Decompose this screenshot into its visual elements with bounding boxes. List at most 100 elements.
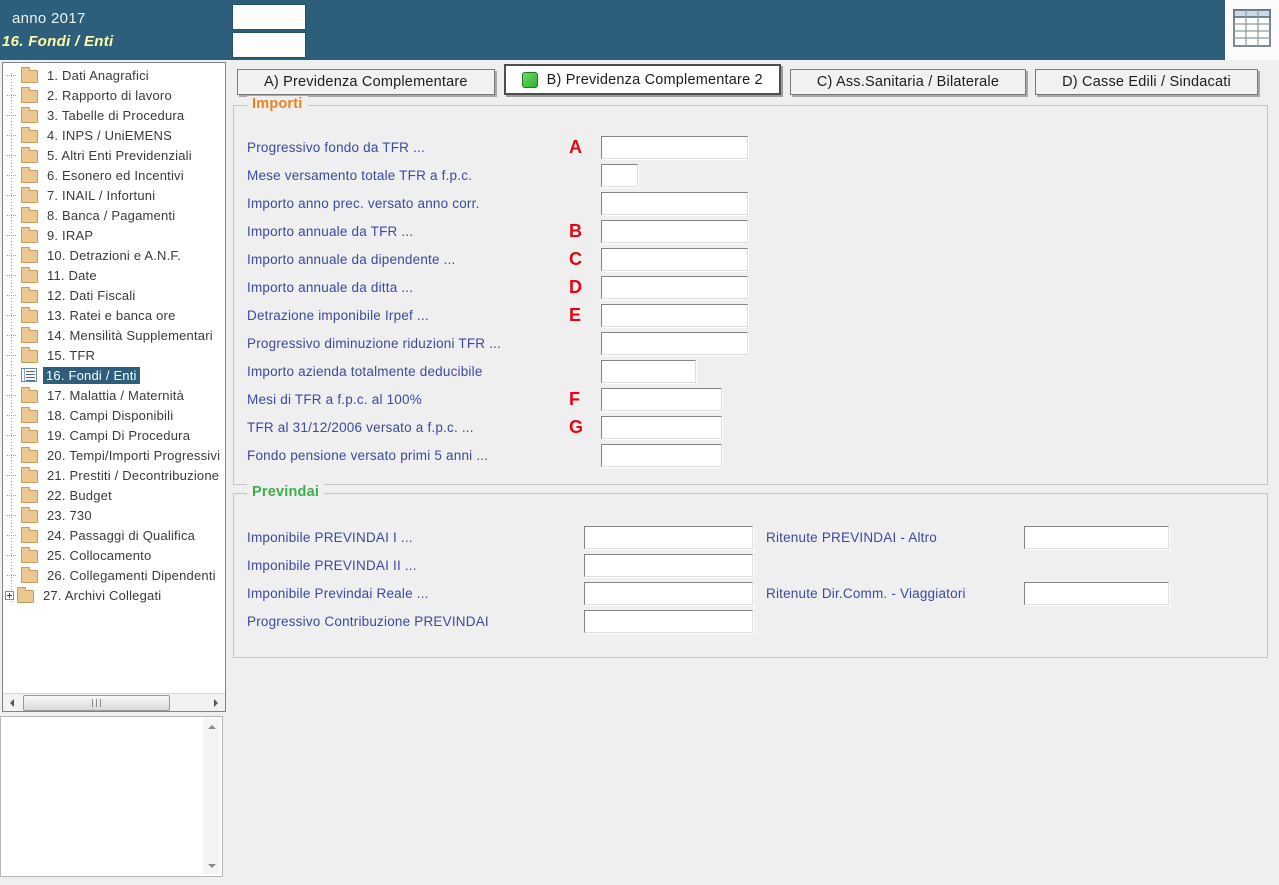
importi-field[interactable] [601, 415, 722, 439]
importi-field[interactable] [601, 247, 748, 271]
tree-item[interactable]: 8. Banca / Pagamenti [3, 205, 225, 225]
importi-field[interactable] [601, 191, 748, 215]
scroll-up-icon[interactable] [203, 719, 220, 735]
tree-item-label: 12. Dati Fiscali [47, 287, 136, 303]
importi-field[interactable] [601, 387, 722, 411]
tree-connector [7, 134, 16, 136]
header-field-2[interactable] [232, 32, 306, 58]
scroll-right-icon[interactable] [208, 695, 224, 710]
tree-item[interactable]: 25. Collocamento [3, 545, 225, 565]
tree-item-label: 17. Malattia / Maternità [47, 387, 185, 403]
tree-item[interactable]: 10. Detrazioni e A.N.F. [3, 245, 225, 265]
tree-item-icon [21, 166, 38, 183]
tab[interactable]: A) Previdenza Complementare [237, 69, 495, 95]
field-letter-marker: C [569, 248, 582, 269]
tree-item[interactable]: 19. Campi Di Procedura [3, 425, 225, 445]
importi-field[interactable] [601, 303, 748, 327]
tree-item[interactable]: 9. IRAP [3, 225, 225, 245]
importi-field[interactable] [601, 443, 722, 467]
navigation-tree-panel: 1. Dati Anagrafici 2. Rapporto di lavoro… [2, 62, 226, 712]
importi-field[interactable] [601, 359, 696, 383]
field-label: Progressivo Contribuzione PREVINDAI [247, 613, 489, 629]
tab[interactable]: B) Previdenza Complementare 2 [503, 64, 781, 95]
scrollbar-thumb[interactable] [23, 695, 170, 711]
form-row: Importo annuale da ditta ... D [247, 273, 1257, 301]
tree-item-icon [21, 546, 38, 563]
tree-item-icon [21, 186, 38, 203]
importi-field[interactable] [601, 135, 748, 159]
notes-vertical-scrollbar[interactable] [203, 719, 220, 874]
tree-item-icon [21, 206, 38, 223]
tree-horizontal-scrollbar[interactable] [3, 693, 225, 711]
tree-item[interactable]: 14. Mensilità Supplementari [3, 325, 225, 345]
tree-item[interactable]: 6. Esonero ed Incentivi [3, 165, 225, 185]
tree-item-icon [17, 586, 34, 603]
tree-item[interactable]: 16. Fondi / Enti [3, 365, 225, 385]
tree-item-label: 25. Collocamento [47, 547, 152, 563]
field-letter-marker: A [569, 136, 582, 157]
tree-item-label: 20. Tempi/Importi Progressivi [47, 447, 221, 463]
tree-item[interactable]: 3. Tabelle di Procedura [3, 105, 225, 125]
tree-item[interactable]: 17. Malattia / Maternità [3, 385, 225, 405]
tree-item[interactable]: 24. Passaggi di Qualifica [3, 525, 225, 545]
tree-item[interactable]: 18. Campi Disponibili [3, 405, 225, 425]
tree-item[interactable]: 7. INAIL / Infortuni [3, 185, 225, 205]
expand-plus-icon[interactable] [5, 590, 14, 600]
tree-item[interactable]: 13. Ratei e banca ore [3, 305, 225, 325]
tree-connector [7, 154, 16, 156]
tree-connector [7, 374, 16, 376]
tree-connector [7, 314, 16, 316]
tab[interactable]: C) Ass.Sanitaria / Bilaterale [789, 69, 1027, 95]
tree-item[interactable]: 5. Altri Enti Previdenziali [3, 145, 225, 165]
tree-item[interactable]: 20. Tempi/Importi Progressivi [3, 445, 225, 465]
field-label: Mesi di TFR a f.p.c. al 100% [247, 391, 422, 407]
field-label: TFR al 31/12/2006 versato a f.p.c. ... [247, 419, 474, 435]
tree-item-label: 21. Prestiti / Decontribuzione [47, 467, 220, 483]
tree-connector [7, 74, 16, 76]
tree-connector [7, 514, 16, 516]
previndai-field-right[interactable] [1024, 581, 1169, 605]
previndai-field[interactable] [584, 525, 753, 549]
importi-field[interactable] [601, 219, 748, 243]
form-row: Detrazione imponibile Irpef ... E [247, 301, 1257, 329]
tree-item-label: 13. Ratei e banca ore [47, 307, 176, 323]
tree-connector [7, 94, 16, 96]
form-row: Importo annuale da TFR ... B [247, 217, 1257, 245]
previndai-field[interactable] [584, 581, 753, 605]
field-label: Importo annuale da dipendente ... [247, 251, 456, 267]
previndai-field-right[interactable] [1024, 525, 1169, 549]
tree-item-icon [21, 306, 38, 323]
importi-field[interactable] [601, 163, 638, 187]
tree-item[interactable]: 22. Budget [3, 485, 225, 505]
tab[interactable]: D) Casse Edili / Sindacati [1035, 69, 1258, 95]
notes-panel[interactable] [0, 716, 223, 877]
tab-label: B) Previdenza Complementare 2 [546, 71, 763, 88]
table-grid-icon [1233, 8, 1271, 52]
navigation-tree: 1. Dati Anagrafici 2. Rapporto di lavoro… [3, 65, 225, 677]
tree-item[interactable]: 1. Dati Anagrafici [3, 65, 225, 85]
field-label: Importo anno prec. versato anno corr. [247, 195, 480, 211]
header-field-1[interactable] [232, 4, 306, 30]
tree-item[interactable]: 12. Dati Fiscali [3, 285, 225, 305]
tree-item[interactable]: 11. Date [3, 265, 225, 285]
tab-label: C) Ass.Sanitaria / Bilaterale [816, 74, 1000, 90]
tree-item[interactable]: 23. 730 [3, 505, 225, 525]
importi-field[interactable] [601, 331, 748, 355]
tree-connector [7, 534, 16, 536]
tree-item[interactable]: 26. Collegamenti Dipendenti [3, 565, 225, 585]
tree-connector [7, 194, 16, 196]
importi-field[interactable] [601, 275, 748, 299]
field-label: Progressivo fondo da TFR ... [247, 139, 425, 155]
tree-item[interactable]: 15. TFR [3, 345, 225, 365]
scroll-left-icon[interactable] [4, 695, 20, 710]
tree-item[interactable]: 21. Prestiti / Decontribuzione [3, 465, 225, 485]
grid-view-button[interactable] [1225, 0, 1279, 60]
tree-item[interactable]: 27. Archivi Collegati [3, 585, 225, 605]
tree-item[interactable]: 4. INPS / UniEMENS [3, 125, 225, 145]
previndai-field[interactable] [584, 609, 753, 633]
tree-item[interactable]: 2. Rapporto di lavoro [3, 85, 225, 105]
tree-item-icon [21, 426, 38, 443]
scroll-down-icon[interactable] [203, 858, 220, 874]
form-row: Mese versamento totale TFR a f.p.c. [247, 161, 1257, 189]
previndai-field[interactable] [584, 553, 753, 577]
